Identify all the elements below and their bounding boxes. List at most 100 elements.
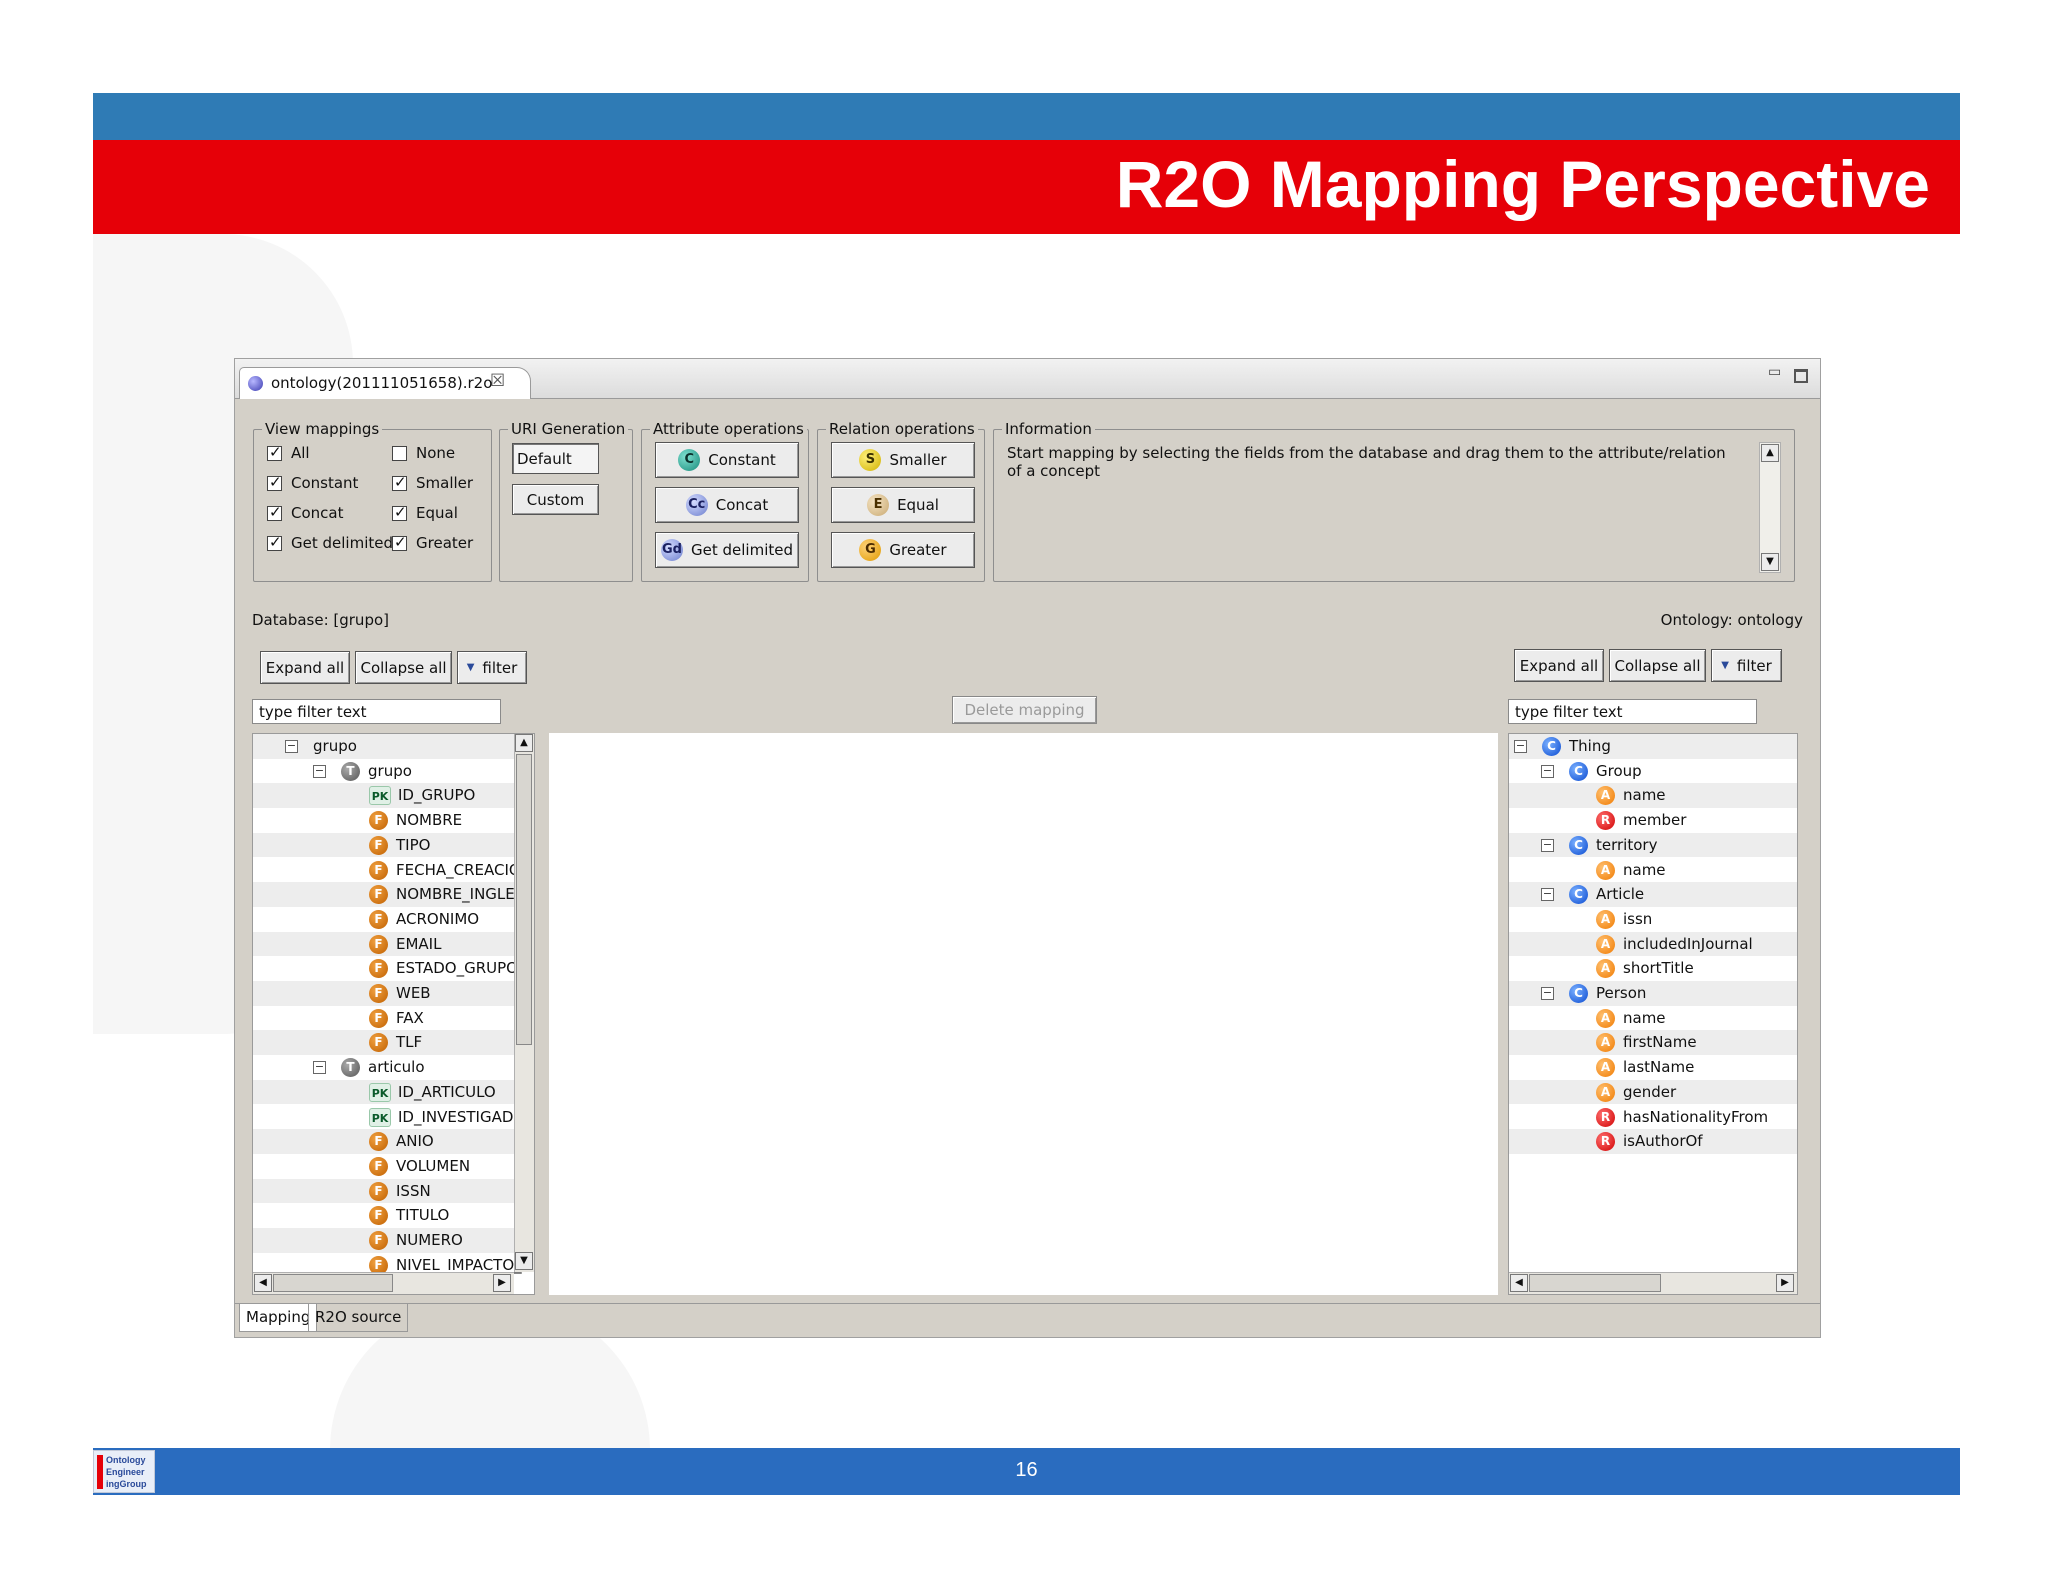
checkbox-smaller-box[interactable] [392, 473, 407, 491]
checkbox-greater[interactable]: Greater [392, 533, 473, 552]
horizontal-scrollbar[interactable]: ◀ ▶ [253, 1272, 514, 1294]
get-delimited-button[interactable]: Gd Get delimited [655, 532, 799, 568]
tab-r2o-source[interactable]: R2O source [308, 1304, 409, 1332]
information-scrollbar[interactable]: ▲ ▼ [1759, 442, 1781, 573]
tree-row[interactable]: − grupo [253, 734, 534, 759]
scroll-thumb[interactable] [273, 1274, 394, 1292]
checkbox-all[interactable]: All [267, 443, 310, 462]
tree-row[interactable]: Agender [1509, 1079, 1797, 1105]
maximize-icon[interactable] [1794, 369, 1808, 383]
horizontal-scrollbar[interactable]: ◀ ▶ [1509, 1272, 1797, 1294]
collapse-toggle-icon[interactable]: − [285, 740, 298, 753]
tree-row[interactable]: RhasNationalityFrom [1509, 1105, 1797, 1130]
tree-row[interactable]: − C Thing [1509, 734, 1797, 759]
collapse-toggle-icon[interactable]: − [1541, 888, 1554, 902]
db-filter-button[interactable]: ▼ filter [457, 651, 527, 684]
tree-row[interactable]: F NOMBRE_INGLES [253, 882, 534, 907]
editor-tab[interactable]: ontology(201111051658).r2o ☒ [239, 367, 531, 399]
mapping-canvas[interactable] [549, 733, 1498, 1295]
checkbox-equal-box[interactable] [392, 503, 407, 521]
collapse-toggle-icon[interactable]: − [313, 1061, 326, 1075]
tree-row[interactable]: Aname [1509, 1006, 1797, 1031]
scroll-left-icon[interactable]: ◀ [254, 1274, 272, 1292]
greater-button[interactable]: G Greater [831, 532, 975, 568]
tree-row[interactable]: − C Group [1509, 759, 1797, 784]
tree-row[interactable]: PK ID_ARTICULO [253, 1079, 534, 1105]
collapse-toggle-icon[interactable]: − [1541, 764, 1554, 778]
tree-row[interactable]: AshortTitle [1509, 956, 1797, 981]
ont-collapse-all-button[interactable]: Collapse all [1609, 649, 1706, 682]
uri-custom-button[interactable]: Custom [512, 484, 599, 515]
tree-row[interactable]: − Tgrupo [253, 759, 534, 784]
checkbox-all-box[interactable] [267, 443, 282, 461]
scroll-thumb[interactable] [1529, 1274, 1662, 1292]
tree-row[interactable]: − C Article [1509, 882, 1797, 907]
collapse-toggle-icon[interactable]: − [1514, 740, 1527, 753]
vertical-scrollbar[interactable]: ▲ ▼ [514, 734, 534, 1272]
checkbox-equal[interactable]: Equal [392, 503, 458, 522]
concat-button[interactable]: Cc Concat [655, 487, 799, 523]
scroll-up-icon[interactable]: ▲ [1761, 444, 1779, 462]
tab-mapping[interactable]: Mapping [239, 1304, 318, 1332]
delete-mapping-button[interactable]: Delete mapping [952, 696, 1097, 724]
db-filter-input[interactable]: type filter text [252, 699, 501, 724]
tree-row[interactable]: F FAX [253, 1006, 534, 1031]
db-collapse-all-button[interactable]: Collapse all [355, 651, 452, 684]
tree-row[interactable]: AlastName [1509, 1055, 1797, 1080]
smaller-button[interactable]: S Smaller [831, 442, 975, 478]
tree-row[interactable]: PK ID_INVESTIGADOR [253, 1105, 534, 1130]
uri-default-button[interactable]: Default [512, 443, 599, 474]
equal-button[interactable]: E Equal [831, 487, 975, 523]
close-icon[interactable]: ☒ [490, 371, 505, 391]
tree-row[interactable]: F TIPO [253, 832, 534, 858]
scroll-up-icon[interactable]: ▲ [515, 734, 533, 752]
tree-row[interactable]: Rmember [1509, 808, 1797, 833]
tree-row[interactable]: − C Person [1509, 981, 1797, 1006]
tree-row[interactable]: PK ID_GRUPO [253, 783, 534, 809]
tree-row[interactable]: Aissn [1509, 907, 1797, 932]
checkbox-none[interactable]: None [392, 444, 455, 462]
tree-row[interactable]: AincludedInJournal [1509, 931, 1797, 957]
scroll-thumb[interactable] [516, 754, 532, 1046]
ont-filter-button[interactable]: ▼ filter [1711, 649, 1782, 682]
checkbox-constant-box[interactable] [267, 473, 282, 491]
tree-row[interactable]: F ESTADO_GRUPO [253, 956, 534, 981]
checkbox-get-delimited[interactable]: Get delimited [267, 533, 393, 552]
checkbox-concat[interactable]: Concat [267, 503, 343, 522]
scroll-right-icon[interactable]: ▶ [1776, 1274, 1794, 1292]
tree-row[interactable]: F NOMBRE [253, 808, 534, 833]
ontology-tree[interactable]: − C Thing − C Group Aname Rmember − Cterritory Ana… [1508, 733, 1798, 1295]
tree-row[interactable]: F ANIO [253, 1129, 534, 1154]
tree-row[interactable]: − Cterritory [1509, 832, 1797, 858]
tree-row[interactable]: F FECHA_CREACION [253, 858, 534, 883]
checkbox-concat-box[interactable] [267, 503, 282, 521]
tree-row[interactable]: F TITULO [253, 1203, 534, 1228]
tree-row[interactable]: F WEB [253, 981, 534, 1006]
tree-row[interactable]: F ACRONIMO [253, 907, 534, 932]
tree-row[interactable]: F VOLUMEN [253, 1154, 534, 1179]
tree-row[interactable]: Aname [1509, 783, 1797, 809]
checkbox-get-delimited-box[interactable] [267, 533, 282, 551]
ont-expand-all-button[interactable]: Expand all [1514, 649, 1604, 682]
database-tree[interactable]: − grupo − Tgrupo PK ID_GRUPO F NOMBRE F TIPO F FECH… [252, 733, 535, 1295]
scroll-down-icon[interactable]: ▼ [515, 1252, 533, 1270]
tree-row[interactable]: RisAuthorOf [1509, 1129, 1797, 1154]
tree-row[interactable]: − Tarticulo [253, 1055, 534, 1080]
checkbox-constant[interactable]: Constant [267, 473, 358, 492]
collapse-toggle-icon[interactable]: − [1541, 987, 1554, 1000]
collapse-toggle-icon[interactable]: − [313, 764, 326, 778]
checkbox-greater-box[interactable] [392, 533, 407, 551]
constant-button[interactable]: C Constant [655, 442, 799, 478]
tree-row[interactable]: F EMAIL [253, 931, 534, 957]
ont-filter-input[interactable]: type filter text [1508, 699, 1757, 724]
scroll-right-icon[interactable]: ▶ [493, 1274, 511, 1292]
checkbox-none-box[interactable] [392, 445, 407, 461]
tree-row[interactable]: F ISSN [253, 1178, 534, 1204]
collapse-toggle-icon[interactable]: − [1541, 838, 1554, 852]
tree-row[interactable]: F TLF [253, 1030, 534, 1056]
scroll-left-icon[interactable]: ◀ [1510, 1274, 1528, 1292]
tree-row[interactable]: Aname [1509, 858, 1797, 883]
db-expand-all-button[interactable]: Expand all [260, 651, 350, 684]
tree-row[interactable]: F NUMERO [253, 1228, 534, 1253]
checkbox-smaller[interactable]: Smaller [392, 473, 473, 492]
